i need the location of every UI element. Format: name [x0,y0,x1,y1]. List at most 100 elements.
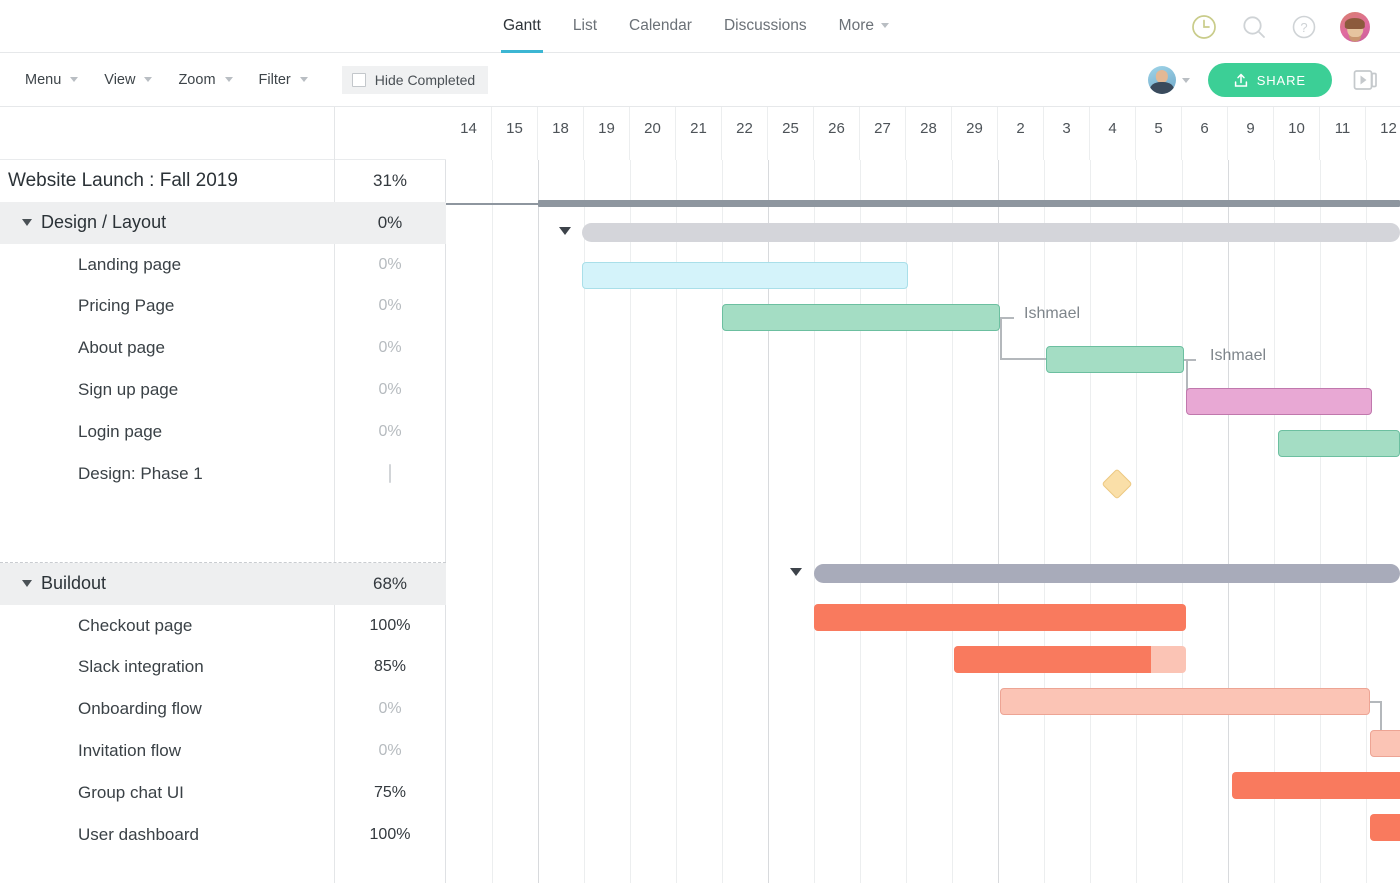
task-row-pricing-page[interactable]: Pricing Page 0% [0,286,446,328]
collapse-triangle-icon[interactable] [22,219,32,226]
project-summary-track[interactable] [538,200,1400,207]
task-bar-pricing-page[interactable] [722,304,1000,331]
tab-calendar-label: Calendar [629,17,692,34]
dependency-link-segment [1000,317,1014,319]
task-row-checkout-page[interactable]: Checkout page 100% [0,605,446,647]
task-bar-about-page[interactable] [1046,346,1184,373]
section-percent-design-layout: 0% [334,213,446,233]
assignee-avatar[interactable] [1148,66,1176,94]
milestone-checkbox-cell [334,465,446,483]
day-cell: 29 [952,107,998,160]
zoom-button[interactable]: Zoom [178,72,248,88]
task-name-about-page: About page [0,338,334,358]
milestone-row-design-phase-1[interactable]: Design: Phase 1 [0,453,446,495]
task-bar-invitation-flow[interactable] [1370,730,1400,757]
section-name-text: Design / Layout [41,212,166,232]
grid-line [492,107,493,883]
grid-line-week [538,107,539,883]
tab-list[interactable]: List [557,0,613,53]
hide-completed-label: Hide Completed [375,72,475,88]
milestone-diamond-design-phase-1[interactable] [1101,468,1132,499]
task-list-panel: Website Launch : Fall 2019 31% Design / … [0,107,446,883]
task-percent-slack-integration: 85% [334,658,446,676]
task-name-landing-page: Landing page [0,255,334,275]
day-cell: 15 [492,107,538,160]
help-icon[interactable]: ? [1290,13,1318,41]
present-icon[interactable] [1350,66,1380,94]
share-button-label: SHARE [1257,73,1306,88]
day-cell: 19 [584,107,630,160]
task-list-header [0,107,446,160]
gantt-main-area: Website Launch : Fall 2019 31% Design / … [0,107,1400,883]
project-row[interactable]: Website Launch : Fall 2019 31% [0,160,446,202]
task-bar-slack-integration[interactable] [954,646,1186,673]
task-bar-user-dashboard[interactable] [1370,814,1400,841]
task-percent-pricing-page: 0% [334,297,446,315]
filter-button-label: Filter [259,72,291,88]
task-bar-landing-page[interactable] [582,262,908,289]
task-name-checkout-page: Checkout page [0,616,334,636]
task-row-slack-integration[interactable]: Slack integration 85% [0,647,446,689]
gantt-toolbar: Menu View Zoom Filter Hide Completed SHA… [0,53,1400,107]
section-row-design-layout[interactable]: Design / Layout 0% [0,202,446,244]
assignee-label-ishmael-1: Ishmael [1024,305,1080,323]
summary-bar-buildout[interactable] [814,564,1400,583]
task-bar-progress-slack-integration [954,646,1151,673]
day-cell: 9 [1228,107,1274,160]
filter-button[interactable]: Filter [259,72,324,88]
task-row-group-chat-ui[interactable]: Group chat UI 75% [0,772,446,814]
task-row-landing-page[interactable]: Landing page 0% [0,244,446,286]
task-name-user-dashboard: User dashboard [0,825,334,845]
grid-line [584,107,585,883]
section-label-design-layout: Design / Layout [0,212,334,233]
task-percent-sign-up-page: 0% [334,381,446,399]
chevron-down-icon [144,77,152,82]
search-icon[interactable] [1240,13,1268,41]
task-row-login-page[interactable]: Login page 0% [0,411,446,453]
day-cell: 4 [1090,107,1136,160]
task-percent-group-chat-ui: 75% [334,784,446,802]
tab-calendar[interactable]: Calendar [613,0,708,53]
day-cell: 26 [814,107,860,160]
menu-button[interactable]: Menu [25,72,94,88]
task-row-about-page[interactable]: About page 0% [0,327,446,369]
tab-more[interactable]: More [823,0,905,53]
tab-discussions[interactable]: Discussions [708,0,823,53]
day-cell: 3 [1044,107,1090,160]
section-row-buildout[interactable]: Buildout 68% [0,563,446,605]
task-row-user-dashboard[interactable]: User dashboard 100% [0,814,446,856]
zoom-button-label: Zoom [178,72,215,88]
tab-gantt[interactable]: Gantt [487,0,557,53]
share-upload-icon [1234,73,1248,88]
hide-completed-checkbox[interactable] [352,73,366,87]
toolbar-action-group: SHARE [1148,53,1380,107]
gantt-chart-panel[interactable]: 14 15 18 19 20 21 22 25 26 27 28 29 2 3 … [446,107,1400,883]
milestone-checkbox[interactable] [389,464,391,483]
milestone-name-design-phase-1: Design: Phase 1 [0,464,334,484]
hide-completed-toggle[interactable]: Hide Completed [342,66,488,94]
summary-bar-design-layout[interactable] [582,223,1400,242]
day-cell: 25 [768,107,814,160]
avatar[interactable] [1340,12,1370,42]
task-bar-checkout-page[interactable] [814,604,1186,631]
task-bar-onboarding-flow[interactable] [1000,688,1370,715]
task-percent-landing-page: 0% [334,256,446,274]
task-row-sign-up-page[interactable]: Sign up page 0% [0,369,446,411]
assignee-filter[interactable] [1148,66,1190,94]
section-percent-buildout: 68% [334,574,446,594]
share-button[interactable]: SHARE [1208,63,1332,97]
summary-collapse-triangle-design[interactable] [559,227,571,235]
task-bar-group-chat-ui[interactable] [1232,772,1400,799]
task-bar-sign-up-page[interactable] [1186,388,1372,415]
task-percent-invitation-flow: 0% [334,742,446,760]
task-bar-login-page[interactable] [1278,430,1400,457]
clock-icon[interactable] [1190,13,1218,41]
task-row-onboarding-flow[interactable]: Onboarding flow 0% [0,688,446,730]
chevron-down-icon [881,23,889,28]
task-row-invitation-flow[interactable]: Invitation flow 0% [0,730,446,772]
tab-discussions-label: Discussions [724,17,807,34]
view-button[interactable]: View [104,72,168,88]
dependency-link-segment [1000,317,1002,359]
summary-collapse-triangle-buildout[interactable] [790,568,802,576]
collapse-triangle-icon[interactable] [22,580,32,587]
